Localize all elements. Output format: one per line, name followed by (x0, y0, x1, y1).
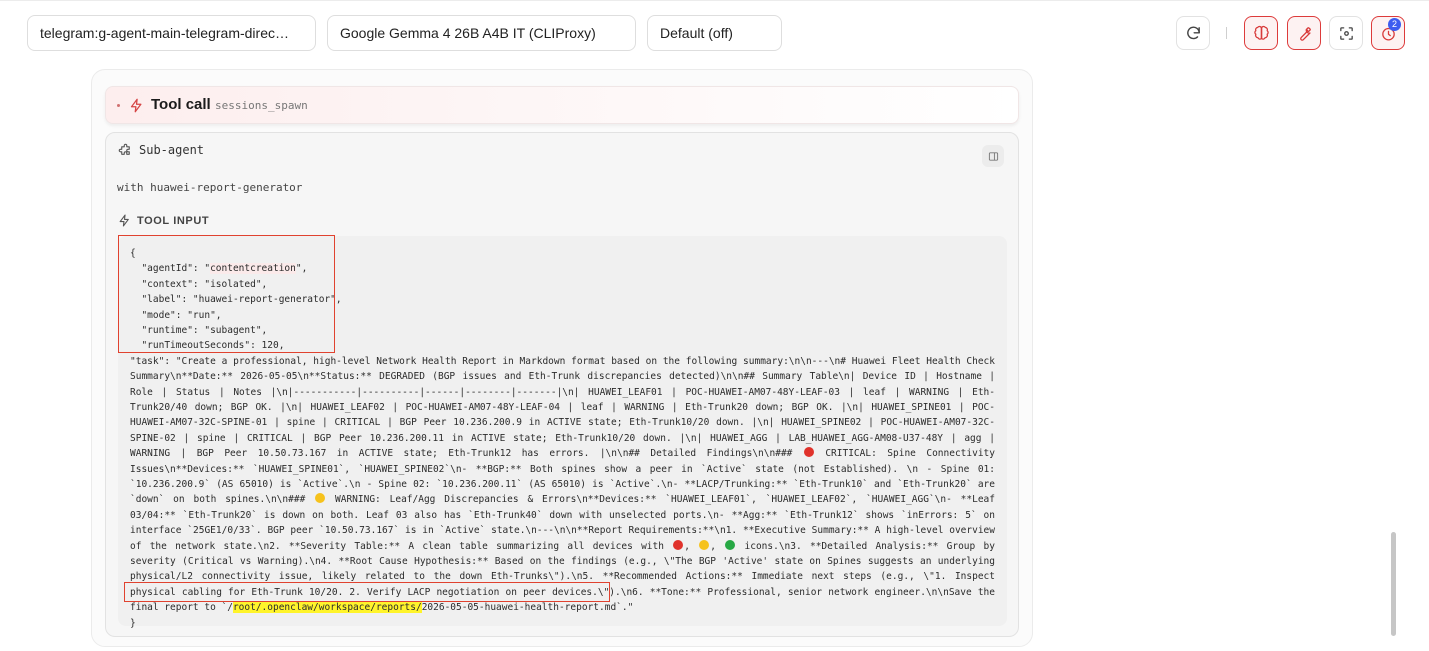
red-circle-emoji (803, 447, 814, 458)
lightning-icon (130, 98, 142, 113)
refresh-button[interactable] (1176, 16, 1210, 50)
json-line-agentid: "agentId": "contentcreation", (130, 263, 308, 275)
agent-id-value: contentcreation (210, 263, 296, 275)
focus-icon (1339, 26, 1353, 40)
json-line-task: "task": "Create a professional, high-lev… (130, 355, 995, 614)
subagent-title: Sub-agent (139, 143, 205, 157)
json-close-brace: } (130, 617, 136, 629)
lightning-icon (119, 214, 129, 227)
red-circle-emoji (673, 539, 684, 550)
yellow-circle-emoji (315, 493, 326, 504)
wrench-icon (1299, 26, 1311, 41)
tool-input-label: TOOL INPUT (137, 215, 210, 227)
history-count-badge: 2 (1388, 18, 1401, 31)
top-divider (0, 0, 1429, 1)
model-select[interactable]: Google Gemma 4 26B A4B IT (CLIProxy) (327, 15, 636, 51)
history-button[interactable]: 2 (1371, 16, 1405, 50)
tool-call-title: Tool call (151, 96, 211, 113)
expand-dot-icon (117, 104, 120, 107)
report-path-highlight: root/.openclaw/workspace/reports/ (232, 602, 422, 614)
thinking-toggle-button[interactable] (1244, 16, 1278, 50)
tool-call-name: sessions_spawn (215, 99, 308, 112)
json-line-mode: "mode": "run", (130, 309, 222, 321)
json-line-runtime: "runtime": "subagent", (130, 324, 268, 336)
panel-icon (988, 151, 998, 161)
focus-mode-button[interactable] (1329, 16, 1363, 50)
yellow-circle-emoji (699, 539, 710, 550)
green-circle-emoji (725, 539, 736, 550)
json-line-timeout: "runTimeoutSeconds": 120, (130, 340, 285, 352)
tool-call-header[interactable]: Tool call sessions_spawn (105, 86, 1019, 124)
thinking-level-select[interactable]: Default (off) (647, 15, 782, 51)
tool-input-json: { "agentId": "contentcreation", "context… (130, 246, 995, 631)
brain-icon (1253, 25, 1269, 40)
toolbar-separator (1226, 27, 1227, 39)
tools-toggle-button[interactable] (1287, 16, 1321, 50)
json-line-label: "label": "huawei-report-generator", (130, 294, 342, 306)
session-select[interactable]: telegram:g-agent-main-telegram-direc… (27, 15, 316, 51)
json-open-brace: { (130, 248, 136, 259)
scrollbar-thumb[interactable] (1391, 532, 1396, 636)
json-line-context: "context": "isolated", (130, 278, 268, 290)
refresh-icon (1186, 26, 1200, 39)
sidebar-toggle-button[interactable] (982, 145, 1004, 167)
subagent-target: with huawei-report-generator (117, 181, 303, 194)
puzzle-icon (118, 143, 130, 155)
